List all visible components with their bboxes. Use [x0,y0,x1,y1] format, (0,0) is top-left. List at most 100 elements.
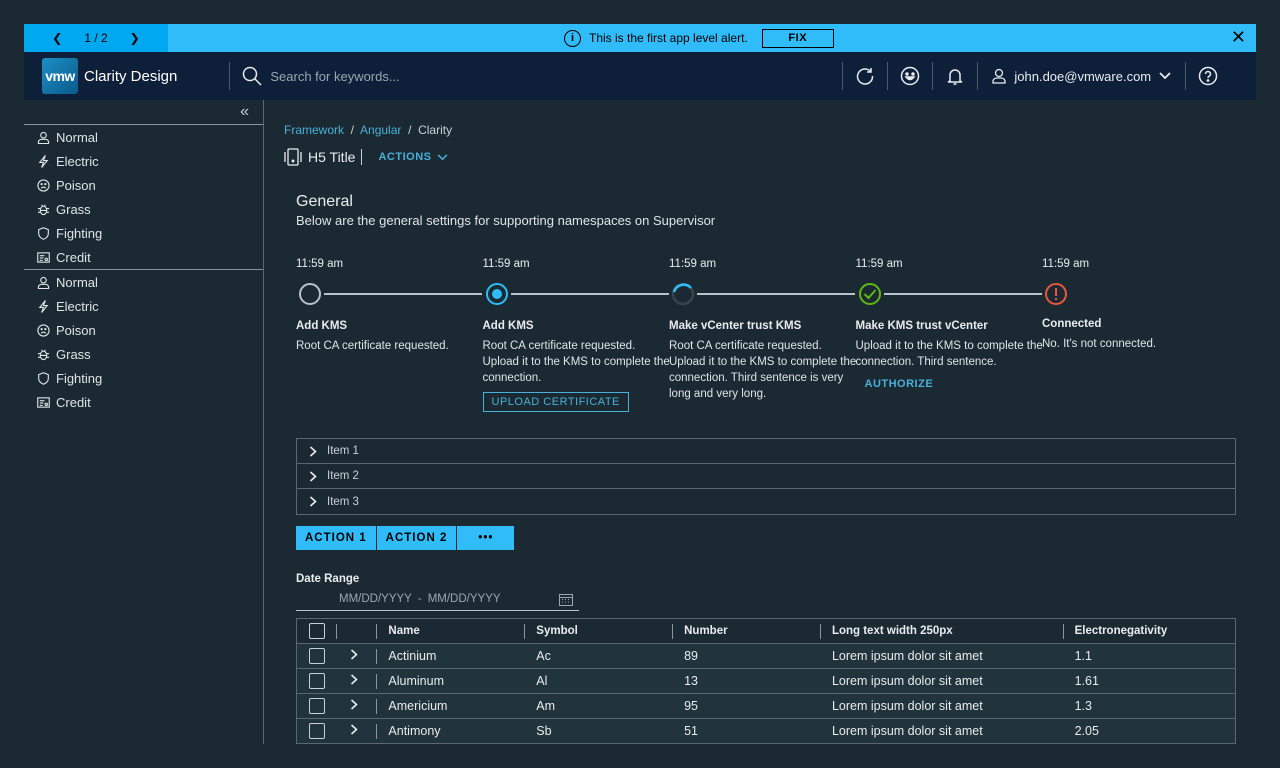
sidebar-item-electric[interactable]: Electric [24,294,263,318]
search-input[interactable]: Search for keywords... [242,66,842,86]
table-row: Aluminum Al 13 Lorem ipsum dolor sit amet 1.… [296,668,1236,694]
chevron-right-icon [309,470,317,482]
timeline-step: 11:59 am Make KMS trust vCenter Upload it … [856,258,1043,390]
bug-icon [37,348,50,361]
sidebar-item-credit[interactable]: Credit [24,245,263,269]
sidebar-item-label: Grass [56,201,91,217]
fix-button[interactable]: FIX [761,28,834,48]
date-range-input[interactable]: MM/DD/YYYY - MM/DD/YYYY [296,588,579,611]
column-header[interactable]: Symbol [524,619,672,644]
section-title: General [296,193,353,210]
table-cell: Sb [524,718,673,744]
column-header[interactable]: Electronegativity [1062,619,1236,644]
step-connector [697,293,855,295]
sidebar-item-electric[interactable]: Electric [24,149,263,173]
sidebar-item-label: Electric [56,298,99,314]
table-row: Americium Am 95 Lorem ipsum dolor sit amet 1… [296,693,1236,719]
step-title: Add KMS [296,320,348,332]
column-header[interactable]: Number [672,619,820,644]
row-checkbox[interactable] [309,723,325,739]
table-cell: 2.05 [1062,718,1236,744]
timeline-step: 11:59 am Connected No. It's not connected. [1042,258,1229,350]
row-checkbox[interactable] [309,698,325,714]
accordion-panel[interactable]: Item 2 [297,464,1235,489]
accordion-panel[interactable]: Item 3 [297,489,1235,514]
sidebar: « Normal Electric Poison Grass Fighting Credi… [24,100,264,744]
alert-message: This is the first app level alert. [589,31,748,45]
more-actions-button[interactable]: ••• [457,526,515,550]
sidebar-item-grass[interactable]: Grass [24,342,263,366]
action-2-button[interactable]: ACTION 2 [376,526,457,550]
upload-certificate-button[interactable]: UPLOAD CERTIFICATE [482,392,629,412]
step-title: Connected [1042,318,1102,330]
expand-row-icon[interactable] [350,699,359,710]
tablet-icon [284,148,302,166]
breadcrumb-framework[interactable]: Framework [284,123,344,137]
table-cell: Lorem ipsum dolor sit amet [819,668,1063,694]
table-cell: Antimony [376,718,525,744]
chevron-left-icon[interactable]: ❮ [52,31,62,45]
help-icon[interactable] [1186,52,1230,100]
brand-name[interactable]: Clarity Design [84,68,177,85]
step-title: Make KMS trust vCenter [855,320,988,332]
vmware-logo: vmw [42,58,78,94]
search-icon [243,66,262,86]
start-date-input[interactable]: MM/DD/YYYY [339,593,412,605]
column-header[interactable]: Name [376,619,524,644]
main-content: Framework / Angular / Clarity H5 Title A… [284,100,1256,744]
data-grid: Name Symbol Number Long text width 250px Ele… [296,618,1236,744]
sidebar-item-fighting[interactable]: Fighting [24,366,263,390]
select-all-checkbox[interactable] [309,623,325,639]
user-menu[interactable]: john.doe@vmware.com [978,68,1185,84]
smiley-icon[interactable] [888,52,932,100]
sidebar-item-poison[interactable]: Poison [24,318,263,342]
close-icon[interactable]: ✕ [1231,27,1246,48]
app-alert: ❮ 1 / 2 ❯ i This is the first app level … [24,24,1256,52]
sidebar-item-normal[interactable]: Normal [24,125,263,149]
timeline-step: 11:59 am Add KMS Root CA certificate reque… [296,258,483,352]
app: ❮ 1 / 2 ❯ i This is the first app level … [24,24,1256,744]
user-icon [992,68,1007,84]
button-group: ACTION 1 ACTION 2 ••• [296,526,515,550]
sidebar-item-fighting[interactable]: Fighting [24,221,263,245]
actions-dropdown[interactable]: ACTIONS [378,151,448,163]
accordion-panel[interactable]: Item 1 [297,439,1235,464]
refresh-icon[interactable] [843,52,887,100]
step-not-started-icon [298,282,322,306]
end-date-input[interactable]: MM/DD/YYYY [428,593,501,605]
sidebar-item-normal[interactable]: Normal [24,270,263,294]
action-1-button[interactable]: ACTION 1 [296,526,376,550]
sidebar-item-label: Poison [56,322,96,338]
app-header: vmw Clarity Design Search for keywords..… [24,52,1256,100]
calendar-icon[interactable] [559,593,573,606]
sidebar-item-poison[interactable]: Poison [24,173,263,197]
row-checkbox[interactable] [309,648,325,664]
breadcrumb-angular[interactable]: Angular [360,123,401,137]
step-connector [510,293,669,295]
table-cell: 51 [672,718,820,744]
expand-row-icon[interactable] [350,649,359,660]
authorize-button[interactable]: AUTHORIZE [865,378,934,390]
table-cell: Al [524,668,673,694]
select-all-cell [297,619,337,644]
user-icon [37,131,50,144]
chevron-right-icon[interactable]: ❯ [130,31,140,45]
step-time: 11:59 am [669,258,717,270]
collapse-sidebar-icon[interactable]: « [24,100,263,125]
table-cell: Actinium [376,643,525,669]
accordion-title: Item 3 [327,495,359,508]
row-checkbox[interactable] [309,673,325,689]
sidebar-item-label: Credit [56,249,91,265]
sidebar-item-grass[interactable]: Grass [24,197,263,221]
expand-row-icon[interactable] [350,724,359,735]
sidebar-item-credit[interactable]: Credit [24,390,263,414]
column-header[interactable]: Long text width 250px [819,619,1063,644]
section-description: Below are the general settings for suppo… [296,213,716,228]
step-time: 11:59 am [482,258,530,270]
table-cell: Lorem ipsum dolor sit amet [819,718,1063,744]
sidebar-item-label: Credit [56,394,91,410]
expand-row-icon[interactable] [350,674,359,685]
id-card-icon [37,251,50,264]
id-card-icon [37,396,50,409]
bell-icon[interactable] [933,52,977,100]
